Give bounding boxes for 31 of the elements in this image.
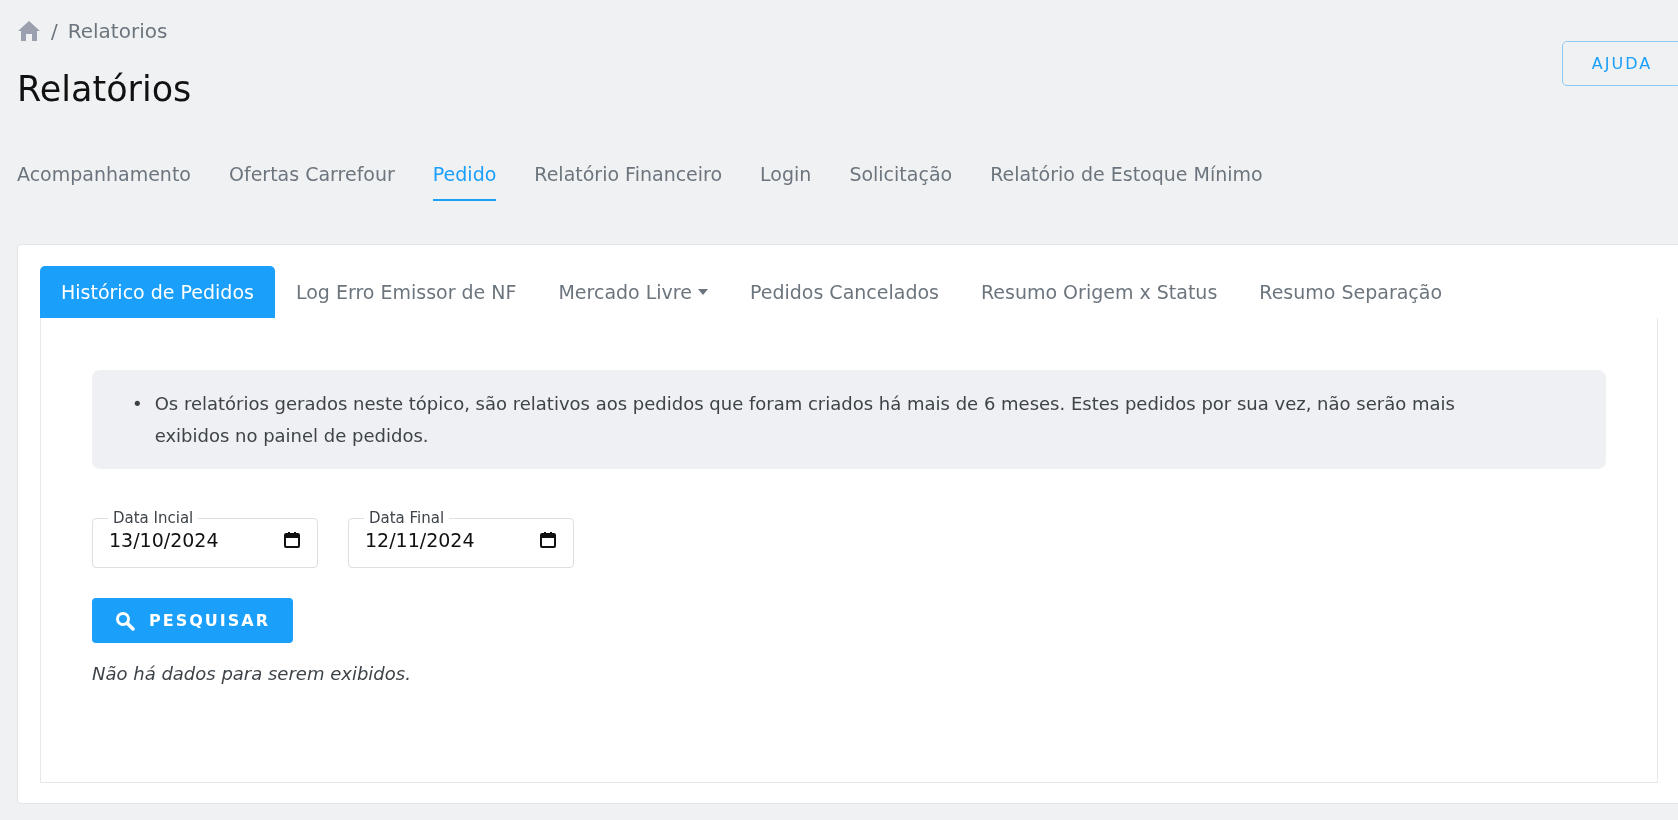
report-tab[interactable]: Solicitação	[849, 163, 953, 201]
info-note: Os relatórios gerados neste tópico, são relativos aos pedidos que foram criados há mais de 6 meses. Estes pedidos por sua vez, não serão mais exibidos no painel de pedidos.	[154, 392, 1456, 448]
report-tab[interactable]: Pedido	[432, 163, 497, 201]
date-input[interactable]: 12/11/2024	[365, 529, 515, 551]
report-tab[interactable]: Ofertas Carrefour	[229, 163, 395, 201]
sub-tab[interactable]: Mercado Livre	[537, 266, 729, 318]
sub-tab[interactable]: Log Erro Emissor de NF	[274, 266, 538, 318]
report-tab[interactable]: Relatório de Estoque Mínimo	[990, 163, 1263, 201]
field-label: Data Incial	[112, 509, 195, 527]
bullet-mark: •	[132, 392, 143, 416]
field-label: Data Final	[368, 509, 446, 527]
sub-tab[interactable]: Resumo Origem x Status	[959, 266, 1239, 318]
breadcrumb-current: Relatorios	[67, 19, 168, 43]
empty-message: Não há dados para serem exibidos.	[92, 663, 412, 684]
sub-tab[interactable]: Resumo Separação	[1238, 266, 1464, 318]
breadcrumb-separator: /	[51, 19, 58, 43]
report-tab[interactable]: Login	[760, 163, 812, 201]
help-button[interactable]: AJUDA	[1562, 41, 1678, 86]
report-tab[interactable]: Relatório Financeiro	[534, 163, 723, 201]
caret-icon	[697, 289, 708, 295]
search-button[interactable]: PESQUISAR	[92, 598, 293, 643]
report-tab[interactable]: Acompanhamento	[17, 163, 191, 201]
sub-tab[interactable]: Histórico de Pedidos	[40, 266, 275, 318]
date-field[interactable]: Data Final 12/11/2024	[348, 509, 574, 568]
sub-tab[interactable]: Pedidos Cancelados	[728, 266, 960, 318]
calendar-icon[interactable]	[539, 531, 557, 549]
search-icon	[115, 610, 135, 631]
calendar-icon[interactable]	[283, 531, 301, 549]
date-field[interactable]: Data Incial 13/10/2024	[92, 509, 318, 568]
page-title: Relatórios	[17, 69, 192, 109]
date-input[interactable]: 13/10/2024	[109, 529, 259, 551]
